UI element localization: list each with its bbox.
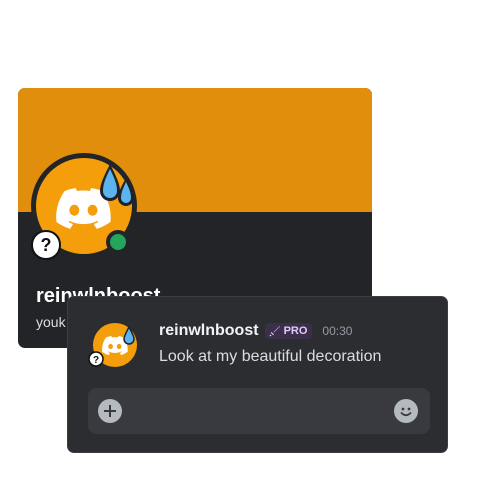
message-timestamp: 00:30	[322, 324, 353, 338]
attach-button[interactable]	[98, 399, 122, 423]
pro-badge-label: PRO	[283, 325, 308, 337]
sword-icon	[269, 326, 280, 337]
message-author[interactable]: reinwlnboost	[159, 322, 259, 340]
online-status-indicator	[106, 230, 130, 254]
stage: reinwlnboost youk ?	[0, 0, 480, 479]
message-text: Look at my beautiful decoration	[159, 348, 382, 365]
svg-text:?: ?	[41, 235, 52, 255]
question-mark-icon: ?	[88, 351, 104, 367]
sweat-drop-icon	[100, 164, 134, 206]
message-input[interactable]	[134, 396, 378, 428]
chat-preview-card: ? reinwlnboost PRO 00:30 Look at my beau…	[67, 296, 448, 453]
emoji-button[interactable]	[394, 399, 418, 423]
smile-icon	[400, 407, 412, 417]
message-composer	[88, 388, 430, 434]
question-mark-icon: ?	[31, 230, 61, 260]
plus-circle-icon	[104, 405, 116, 417]
profile-pronoun-preview: youk	[36, 314, 66, 330]
svg-text:?: ?	[93, 355, 99, 366]
message-header: reinwlnboost PRO 00:30	[159, 322, 352, 340]
pro-badge[interactable]: PRO	[264, 323, 313, 339]
